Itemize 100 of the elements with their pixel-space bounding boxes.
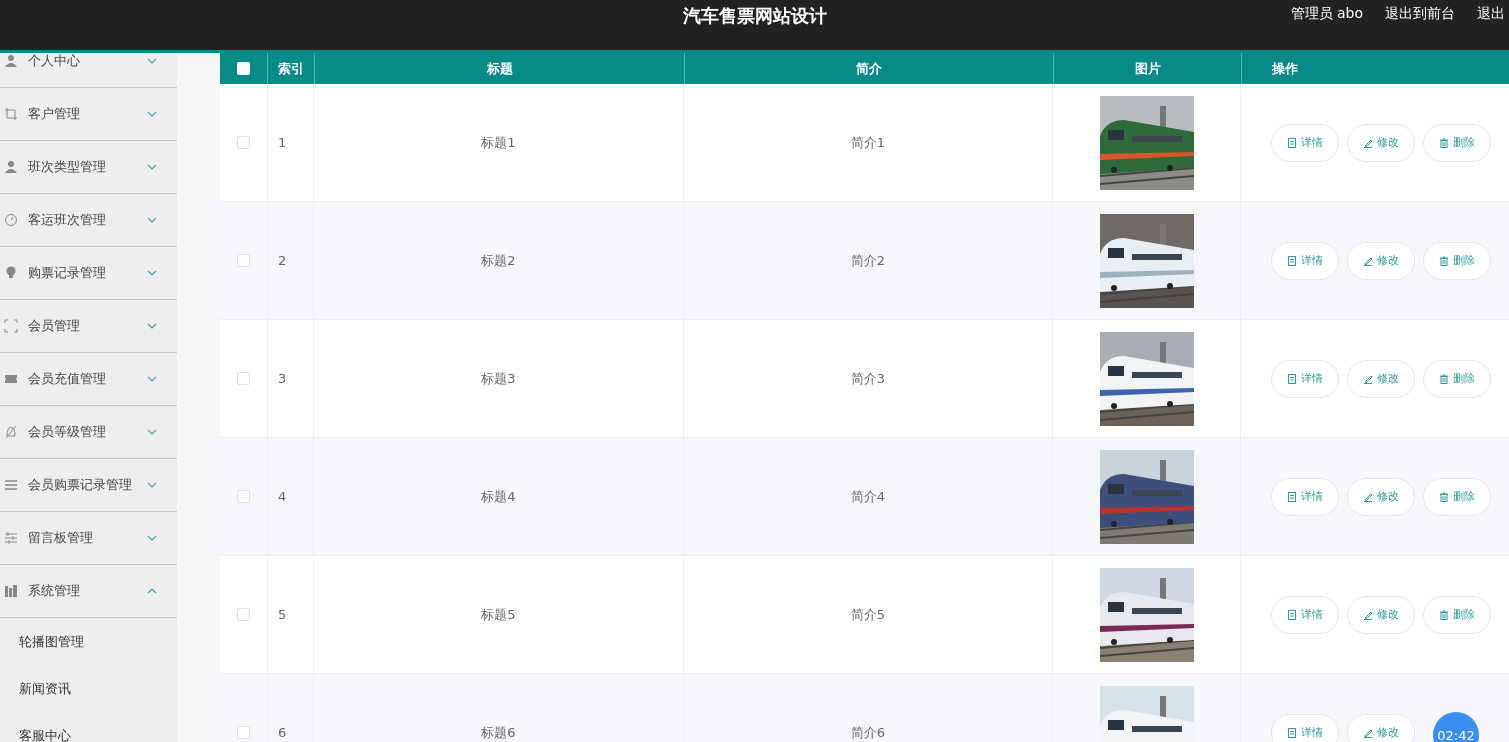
detail-button[interactable]: 详情 xyxy=(1271,713,1339,742)
table-cell: 标题2 xyxy=(481,251,516,270)
column-header: 简介 xyxy=(856,59,882,78)
frame-icon xyxy=(4,319,18,333)
sidebar-item[interactable]: 个人中心 xyxy=(0,53,177,88)
edit-button[interactable]: 修改 xyxy=(1347,359,1415,398)
sidebar-item[interactable]: 购票记录管理 xyxy=(0,247,177,300)
sidebar-item[interactable]: 客户管理 xyxy=(0,88,177,141)
pencil-icon xyxy=(1363,255,1373,266)
edit-button[interactable]: 修改 xyxy=(1347,595,1415,634)
header-link[interactable]: 退出 xyxy=(1477,5,1505,25)
table-cell: 简介5 xyxy=(850,605,886,624)
column-header: 索引 xyxy=(278,59,304,78)
chevron-icon xyxy=(147,482,157,488)
table-cell: 6 xyxy=(278,725,287,740)
delete-button[interactable]: 删除 xyxy=(1423,477,1491,516)
sliders-icon xyxy=(4,531,18,545)
chevron-icon xyxy=(147,164,157,170)
trash-icon xyxy=(1439,373,1449,384)
submenu-item[interactable]: 新闻资讯 xyxy=(0,665,71,712)
document-icon xyxy=(1287,727,1297,738)
chevron-icon xyxy=(147,58,157,64)
row-checkbox[interactable] xyxy=(237,372,250,385)
table-cell: 标题5 xyxy=(481,605,516,624)
sidebar-item[interactable]: 会员购票记录管理 xyxy=(0,459,177,512)
select-all-checkbox[interactable] xyxy=(237,62,250,75)
crop-icon xyxy=(4,107,18,121)
sidebar-item[interactable]: 留言板管理 xyxy=(0,512,177,565)
delete-button[interactable]: 删除 xyxy=(1423,241,1491,280)
column-header: 操作 xyxy=(1272,59,1298,78)
sidebar-item[interactable]: 会员充值管理 xyxy=(0,353,177,406)
table-cell: 标题3 xyxy=(481,369,516,388)
delete-button[interactable]: 删除 xyxy=(1423,359,1491,398)
table-cell: 标题4 xyxy=(481,487,516,506)
chevron-icon xyxy=(147,376,157,382)
document-icon xyxy=(1287,137,1297,148)
row-checkbox[interactable] xyxy=(237,608,250,621)
delete-button[interactable]: 删除 xyxy=(1423,123,1491,162)
chevron-icon xyxy=(147,429,157,435)
table-cell: 3 xyxy=(278,371,287,386)
chart-icon xyxy=(4,584,18,598)
chevron-icon xyxy=(147,535,157,541)
trash-icon xyxy=(1439,491,1449,502)
chevron-icon xyxy=(147,588,157,594)
chevron-icon xyxy=(147,111,157,117)
detail-button[interactable]: 详情 xyxy=(1271,123,1339,162)
document-icon xyxy=(1287,373,1297,384)
ticket-icon xyxy=(4,372,18,386)
site-title: 汽车售票网站设计 xyxy=(682,4,827,28)
header-link[interactable]: 退出到前台 xyxy=(1385,5,1455,25)
pencil-icon xyxy=(1363,491,1373,502)
detail-button[interactable]: 详情 xyxy=(1271,359,1339,398)
pencil-icon xyxy=(1363,727,1373,738)
table-cell: 简介1 xyxy=(850,133,886,152)
column-header: 图片 xyxy=(1134,59,1161,78)
trash-icon xyxy=(1439,255,1449,266)
table-cell: 简介2 xyxy=(850,251,886,270)
submenu-item[interactable]: 轮播图管理 xyxy=(0,618,84,665)
person-icon xyxy=(4,160,18,174)
document-icon xyxy=(1287,255,1297,266)
edit-button[interactable]: 修改 xyxy=(1347,713,1415,742)
detail-button[interactable]: 详情 xyxy=(1271,595,1339,634)
table-cell: 简介4 xyxy=(850,487,886,506)
sidebar-item[interactable]: 会员等级管理 xyxy=(0,406,177,459)
row-checkbox[interactable] xyxy=(237,136,250,149)
table-cell: 简介6 xyxy=(850,723,886,742)
edit-button[interactable]: 修改 xyxy=(1347,477,1415,516)
pencil-icon xyxy=(1363,373,1373,384)
submenu-item[interactable]: 客服中心 xyxy=(0,712,71,742)
delete-button[interactable]: 删除 xyxy=(1423,595,1491,634)
detail-button[interactable]: 详情 xyxy=(1271,241,1339,280)
table-cell: 标题6 xyxy=(481,723,516,742)
table-cell: 1 xyxy=(278,135,287,150)
detail-button[interactable]: 详情 xyxy=(1271,477,1339,516)
sidebar-item[interactable]: 系统管理 xyxy=(0,565,177,618)
sidebar-item[interactable]: 会员管理 xyxy=(0,300,177,353)
row-checkbox[interactable] xyxy=(237,726,250,739)
list-icon xyxy=(4,478,18,492)
pencil-icon xyxy=(1363,609,1373,620)
row-checkbox[interactable] xyxy=(237,490,250,503)
sidebar-item[interactable]: 班次类型管理 xyxy=(0,141,177,194)
bell-icon xyxy=(4,425,18,439)
clock-icon xyxy=(4,213,18,227)
person-icon xyxy=(4,54,18,68)
edit-button[interactable]: 修改 xyxy=(1347,241,1415,280)
table-cell: 简介3 xyxy=(850,369,886,388)
chevron-icon xyxy=(147,217,157,223)
column-header: 标题 xyxy=(486,59,513,78)
bulb-icon xyxy=(4,266,18,280)
trash-icon xyxy=(1439,609,1449,620)
table-cell: 2 xyxy=(278,253,287,268)
chevron-icon xyxy=(147,323,157,329)
edit-button[interactable]: 修改 xyxy=(1347,123,1415,162)
table-cell: 5 xyxy=(278,607,287,622)
trash-icon xyxy=(1439,137,1449,148)
document-icon xyxy=(1287,491,1297,502)
sidebar-item[interactable]: 客运班次管理 xyxy=(0,194,177,247)
row-checkbox[interactable] xyxy=(237,254,250,267)
table-cell: 标题1 xyxy=(481,133,516,152)
header-link[interactable]: 管理员 abo xyxy=(1290,5,1363,25)
